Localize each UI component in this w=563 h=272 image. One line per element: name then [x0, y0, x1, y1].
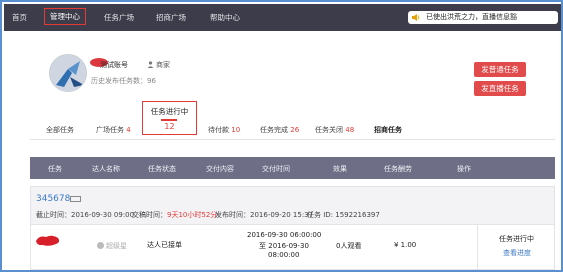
table-row: 超级星 达人已接单 2016-09-30 06:00:00 至 2016-09-…	[30, 225, 555, 270]
column-header: 操作	[457, 165, 471, 173]
notice-text: 已使出洪荒之力，直播信息豁	[426, 13, 517, 21]
username: 测试账号	[100, 61, 128, 69]
column-header: 达人名称	[92, 165, 120, 173]
card-icon	[70, 196, 81, 202]
tab-all[interactable]: 全部任务	[46, 125, 74, 135]
delivery-to-prefix: 至	[259, 242, 269, 250]
user-icon	[147, 61, 154, 68]
delivery-time-to: 至 2016-09-30	[259, 241, 309, 251]
tab-label: 待付款	[208, 126, 229, 134]
tab-label: 任务进行中	[150, 107, 189, 116]
avatar-image	[50, 55, 86, 91]
column-header: 交付内容	[206, 165, 234, 173]
tabs-divider	[30, 139, 555, 140]
effect-views: 0人观看	[336, 242, 362, 250]
delivery-to-date: 2016-09-30	[268, 242, 309, 250]
task-id-info: 任务 ID: 1592216397	[307, 210, 380, 220]
task-link[interactable]: 345678	[36, 194, 70, 204]
talent-avatar-icon	[97, 242, 104, 249]
task-state: 任务进行中	[499, 235, 534, 243]
tab-count: 26	[290, 126, 300, 134]
column-header: 任务	[48, 165, 62, 173]
nav-manage-center[interactable]: 管理中心	[44, 8, 86, 25]
task-id-value: 1592216397	[335, 211, 380, 219]
nav-help-center[interactable]: 帮助中心	[210, 12, 240, 23]
view-progress-link[interactable]: 查看进度	[503, 248, 531, 258]
tab-count: 48	[345, 126, 355, 134]
countdown-value: 9天10小时52分	[167, 211, 218, 219]
talent-name[interactable]: 超级星	[97, 241, 127, 251]
tab-recruit[interactable]: 招商任务	[374, 125, 402, 135]
table-header: 任务 达人名称 任务状态 交付内容 交付时间 效果 任务酬劳 操作	[30, 157, 555, 179]
tab-count: 10	[231, 126, 241, 134]
publish-live-task-button[interactable]: 发直播任务	[474, 81, 526, 96]
notice-marquee[interactable]: 已使出洪荒之力，直播信息豁	[408, 11, 558, 24]
tab-label: 全部任务	[46, 126, 74, 134]
nav-task-square[interactable]: 任务广场	[104, 12, 134, 23]
speaker-icon	[412, 14, 420, 21]
tab-count: 12	[164, 122, 175, 131]
history-count: 历史发布任务数：96	[91, 77, 156, 85]
tab-label: 任务关闭	[315, 126, 343, 134]
tab-count: 4	[126, 126, 131, 134]
nav-home[interactable]: 首页	[12, 12, 27, 23]
role-label: 商家	[156, 61, 170, 69]
top-nav: 首页 管理中心 任务广场 招商广场 帮助中心 已使出洪荒之力，直播信息豁	[4, 4, 561, 31]
tab-label: 广场任务	[96, 126, 124, 134]
publish-label: 发布时间：	[215, 211, 250, 219]
task-id-label: 任务 ID:	[307, 211, 336, 219]
talent-name-text: 超级星	[106, 242, 127, 250]
publish-time: 发布时间：2016-09-20 15:37	[215, 210, 313, 220]
deadline-label: 截止时间：	[36, 211, 71, 219]
delivery-time-from: 2016-09-30 06:00:00	[247, 231, 322, 239]
nav-recruit-square[interactable]: 招商广场	[156, 12, 186, 23]
deadline: 截止时间：2016-09-30 09:00	[36, 210, 134, 220]
avatar	[49, 54, 87, 92]
column-header: 任务状态	[148, 165, 176, 173]
deadline-value: 2016-09-30 09:00	[71, 211, 135, 219]
column-header: 任务酬劳	[384, 165, 412, 173]
tab-closed[interactable]: 任务关闭 48	[315, 125, 354, 135]
tab-completed[interactable]: 任务完成 26	[260, 125, 299, 135]
delivery-time-to-time: 08:00:00	[268, 251, 300, 259]
tab-label: 任务完成	[260, 126, 288, 134]
column-header: 交付时间	[262, 165, 290, 173]
countdown: 交稿时间：9天10小时52分	[132, 210, 217, 220]
tab-label: 招商任务	[374, 126, 402, 134]
tab-active-indicator	[161, 119, 177, 121]
role-badge: 商家	[147, 60, 170, 70]
tab-pending-payment[interactable]: 待付款 10	[208, 125, 240, 135]
task-card-header: 345678 截止时间：2016-09-30 09:00 交稿时间：9天10小时…	[30, 186, 555, 225]
talent-avatar-redaction	[36, 235, 60, 246]
column-header: 效果	[333, 165, 347, 173]
publish-value: 2016-09-20 15:37	[250, 211, 314, 219]
task-status: 达人已接单	[147, 241, 182, 249]
countdown-label: 交稿时间：	[132, 211, 167, 219]
tab-square-tasks[interactable]: 广场任务 4	[96, 125, 131, 135]
publish-normal-task-button[interactable]: 发普通任务	[474, 62, 526, 77]
app-frame: 首页 管理中心 任务广场 招商广场 帮助中心 已使出洪荒之力，直播信息豁 测试账…	[0, 0, 563, 272]
reward-amount: ¥ 1.00	[394, 241, 417, 249]
tab-in-progress[interactable]: 任务进行中 12	[142, 101, 197, 135]
action-divider	[477, 225, 478, 270]
